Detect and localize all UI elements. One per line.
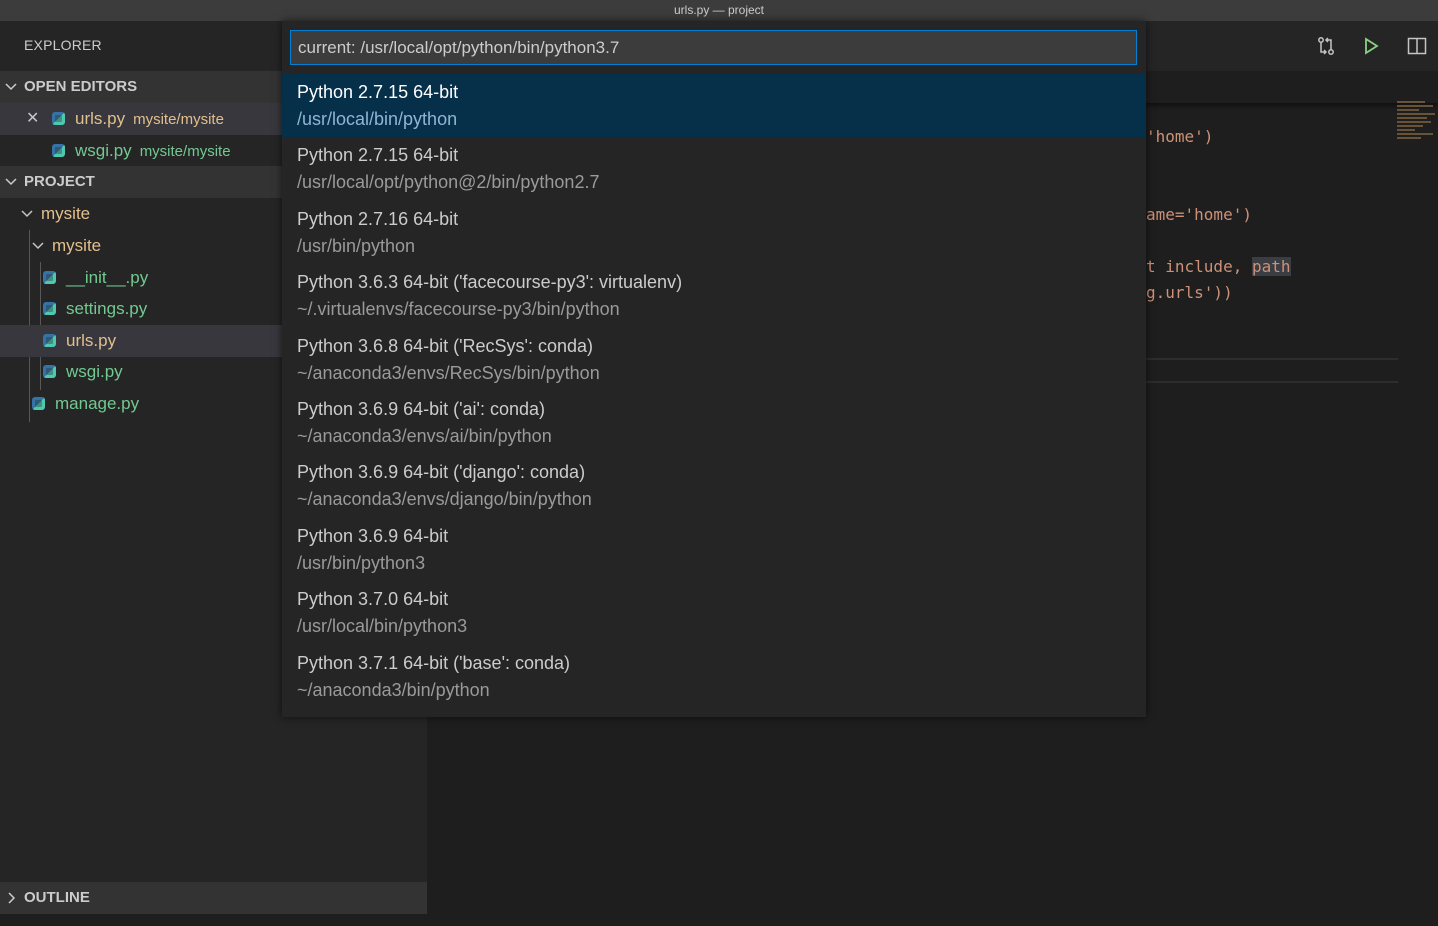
interpreter-option[interactable]: Python 3.6.8 64-bit ('RecSys': conda) ~/… <box>282 328 1146 391</box>
open-editor-name: urls.py <box>75 109 126 128</box>
outline-label: OUTLINE <box>24 889 90 906</box>
code-token: t include, <box>1146 257 1252 276</box>
interpreter-path: ~/.virtualenvs/facecourse-py3/bin/python <box>297 299 620 320</box>
interpreter-path: ~/anaconda3/envs/ai/bin/python <box>297 425 552 446</box>
open-editor-name: wsgi.py <box>75 141 132 160</box>
interpreter-label: Python 3.6.3 64-bit ('facecourse-py3': v… <box>297 272 683 293</box>
interpreter-label: Python 3.6.9 64-bit <box>297 525 449 546</box>
minimap[interactable] <box>1397 101 1437 151</box>
chevron-down-icon <box>21 199 33 231</box>
interpreter-path: /usr/bin/python3 <box>297 552 426 573</box>
python-file-icon <box>43 271 56 284</box>
interpreter-path: ~/anaconda3/envs/RecSys/bin/python <box>297 362 600 383</box>
interpreter-option[interactable]: Python 2.7.16 64-bit /usr/bin/python <box>282 201 1146 264</box>
interpreter-option[interactable]: Python 3.6.9 64-bit ('django': conda) ~/… <box>282 454 1146 517</box>
interpreter-label: Python 2.7.15 64-bit <box>297 145 459 166</box>
interpreter-option[interactable]: Python 3.6.9 64-bit ('ai': conda) ~/anac… <box>282 391 1146 454</box>
interpreter-option[interactable]: Python 3.6.9 64-bit /usr/bin/python3 <box>282 518 1146 581</box>
code-line: t include, path <box>1146 257 1291 276</box>
interpreter-option[interactable]: Python 3.7.0 64-bit /usr/local/bin/pytho… <box>282 581 1146 644</box>
run-icon[interactable] <box>1360 35 1382 57</box>
code-line: ame='home') <box>1146 205 1252 224</box>
explorer-title: EXPLORER <box>24 37 102 53</box>
interpreter-path: /usr/local/bin/python <box>297 109 458 129</box>
python-file-icon <box>52 144 65 157</box>
interpreter-label: Python 3.6.9 64-bit ('django': conda) <box>297 462 586 483</box>
interpreter-label: Python 3.7.1 64-bit ('base': conda) <box>297 652 571 673</box>
file-name: urls.py <box>66 331 117 350</box>
interpreter-option[interactable]: Python 3.7.1 64-bit ('base': conda) ~/an… <box>282 645 1146 708</box>
folder-name: mysite <box>52 236 102 255</box>
line-highlight-border <box>1146 358 1398 360</box>
interpreter-option[interactable]: Python 2.7.15 64-bit /usr/local/bin/pyth… <box>282 74 1146 138</box>
interpreter-label: Python 3.6.9 64-bit ('ai': conda) <box>297 398 546 419</box>
chevron-down-icon <box>32 231 44 263</box>
close-icon[interactable]: ✕ <box>26 103 39 135</box>
python-file-icon <box>32 397 45 410</box>
compare-changes-icon[interactable] <box>1315 35 1337 57</box>
chevron-right-icon <box>4 882 18 926</box>
interpreter-path: /usr/local/bin/python3 <box>297 616 468 637</box>
interpreter-path: /usr/bin/python <box>297 235 416 256</box>
code-line: g.urls')) <box>1146 283 1233 302</box>
python-file-icon <box>43 365 56 378</box>
open-editors-label: OPEN EDITORS <box>24 78 138 95</box>
interpreter-path: /usr/local/opt/python@2/bin/python2.7 <box>297 172 600 193</box>
python-file-icon <box>43 334 56 347</box>
code-line: 'home') <box>1146 127 1214 146</box>
file-name: manage.py <box>55 394 140 413</box>
window-title: urls.py — project <box>0 0 1438 21</box>
interpreter-option[interactable]: Python 3.6.3 64-bit ('facecourse-py3': v… <box>282 264 1146 327</box>
interpreter-label: Python 2.7.16 64-bit <box>297 208 459 229</box>
outline-header[interactable]: OUTLINE <box>0 882 427 914</box>
file-name: wsgi.py <box>66 362 123 381</box>
code-token-highlighted: path <box>1251 257 1291 276</box>
interpreter-path: ~/anaconda3/bin/python <box>297 679 490 700</box>
file-name: settings.py <box>66 299 148 318</box>
interpreter-label: Python 3.7.0 64-bit <box>297 589 449 610</box>
interpreter-label: Python 3.6.8 64-bit ('RecSys': conda) <box>297 335 594 356</box>
line-highlight-border <box>1146 381 1398 383</box>
interpreter-search-input[interactable] <box>290 30 1137 65</box>
python-file-icon <box>52 112 65 125</box>
interpreter-option[interactable]: Python 2.7.15 64-bit /usr/local/opt/pyth… <box>282 137 1146 200</box>
split-editor-icon[interactable] <box>1406 35 1428 57</box>
python-file-icon <box>43 302 56 315</box>
open-editor-description: mysite/mysite <box>133 111 224 128</box>
interpreter-label: Python 2.7.15 64-bit <box>297 82 459 102</box>
python-interpreter-picker: Python 2.7.15 64-bit /usr/local/bin/pyth… <box>282 21 1146 717</box>
project-label: PROJECT <box>24 173 95 190</box>
interpreter-path: ~/anaconda3/envs/django/bin/python <box>297 489 592 510</box>
open-editor-description: mysite/mysite <box>139 143 231 160</box>
file-name: __init__.py <box>66 268 149 287</box>
interpreter-list: Python 2.7.15 64-bit /usr/local/bin/pyth… <box>282 74 1146 708</box>
folder-name: mysite <box>41 204 91 223</box>
